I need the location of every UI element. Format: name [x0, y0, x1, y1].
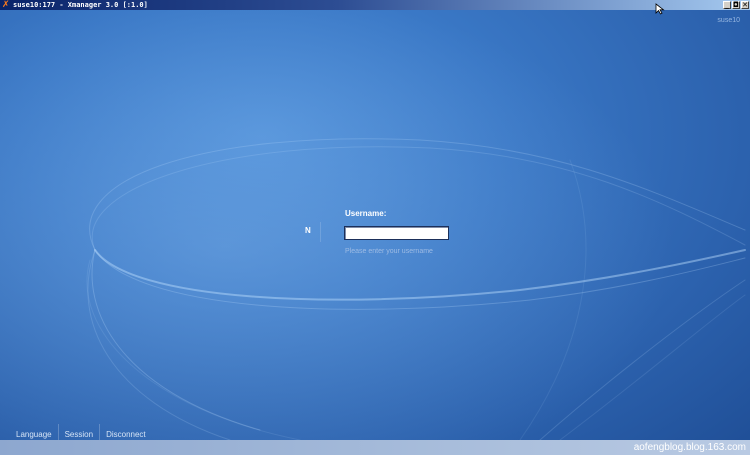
watermark-text: aofengblog.blog.163.com — [633, 442, 746, 453]
close-button[interactable]: ✕ — [741, 1, 749, 9]
window-titlebar[interactable]: ✗ suse10:177 - Xmanager 3.0 [:1.0] _ ◘ ✕ — [0, 0, 750, 10]
restore-button[interactable]: ◘ — [732, 1, 740, 9]
window-controls: _ ◘ ✕ — [723, 1, 749, 9]
background-swirl — [0, 10, 750, 440]
username-hint: Please enter your username — [345, 248, 433, 255]
username-input[interactable] — [344, 226, 449, 240]
hostname-label: suse10 — [717, 17, 740, 24]
login-divider — [320, 222, 321, 242]
username-label: Username: — [345, 209, 387, 218]
login-screen: ✗ suse10:177 - Xmanager 3.0 [:1.0] _ ◘ ✕… — [0, 0, 750, 455]
window-title: suse10:177 - Xmanager 3.0 [:1.0] — [13, 1, 148, 9]
novell-logo-icon: N — [305, 226, 311, 235]
xmanager-x-icon: ✗ — [2, 0, 10, 10]
minimize-button[interactable]: _ — [723, 1, 731, 9]
mouse-pointer-icon — [655, 3, 665, 15]
